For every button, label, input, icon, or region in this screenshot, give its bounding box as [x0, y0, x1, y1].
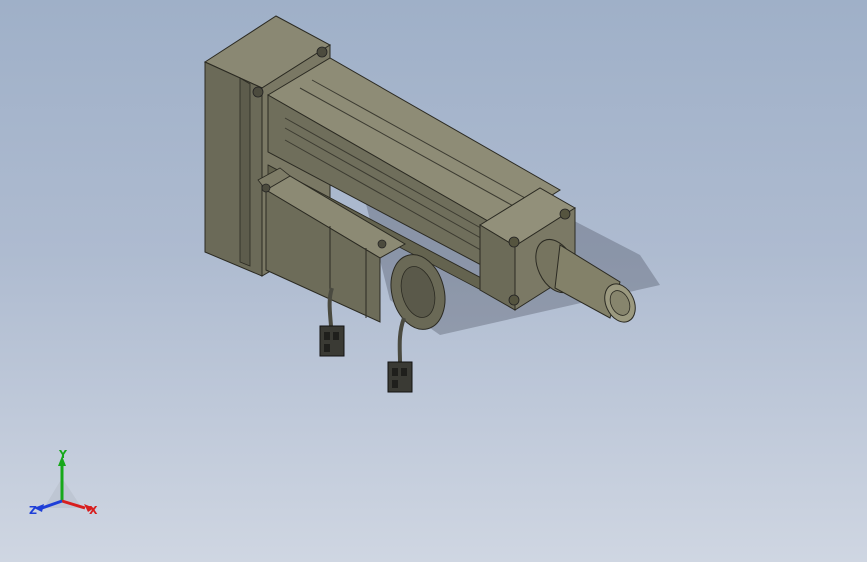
connector-2 — [387, 361, 413, 393]
cad-model-actuator[interactable] — [0, 0, 867, 562]
y-axis-label: Y — [59, 448, 67, 461]
z-axis-label: Z — [29, 504, 37, 517]
connector-1 — [319, 325, 345, 357]
x-axis-label: X — [89, 504, 98, 517]
graphics-viewport[interactable]: Y X Z — [0, 0, 867, 562]
